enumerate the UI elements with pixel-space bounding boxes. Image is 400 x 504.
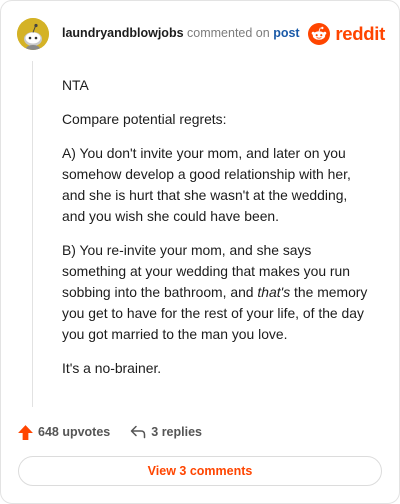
comment-paragraph: Compare potential regrets: [62, 111, 227, 127]
view-comments-button[interactable]: View 3 comments [18, 456, 382, 486]
username-link[interactable]: laundryandblowjobs [62, 26, 184, 40]
comment-body: NTA Compare potential regrets: A) You do… [62, 75, 374, 392]
comment-paragraph: It's a no-brainer. [62, 360, 162, 376]
comment-paragraph: A) You don't invite your mom, and later … [62, 145, 351, 224]
reddit-wordmark: reddit [335, 23, 385, 44]
comment-card: laundryandblowjobs commented on post red… [0, 0, 400, 504]
reply-arrow-icon [131, 425, 146, 439]
emphasis-text: that's [257, 284, 291, 300]
post-link[interactable]: post [273, 26, 299, 40]
comment-header: laundryandblowjobs commented on post red… [17, 18, 385, 50]
upvote-arrow-icon [18, 424, 33, 440]
commented-on-text: commented on [187, 26, 270, 40]
reddit-logo[interactable]: reddit [308, 22, 385, 46]
upvote-button[interactable]: 648 upvotes [17, 424, 110, 441]
view-comments-label: View 3 comments [147, 464, 253, 478]
comment-actions: 648 upvotes 3 replies [17, 421, 202, 443]
reddit-snoo-icon [308, 23, 331, 45]
snoo-avatar-icon [17, 18, 49, 50]
comment-paragraph-b: B) You re-invite your mom, and she says … [62, 240, 374, 345]
reply-count: 3 replies [151, 425, 202, 439]
user-avatar[interactable] [17, 18, 49, 50]
replies-button[interactable]: 3 replies [130, 425, 202, 439]
comment-paragraph: NTA [62, 77, 89, 93]
thread-line [32, 61, 33, 407]
upvote-count: 648 upvotes [38, 425, 111, 439]
comment-byline: laundryandblowjobs commented on post [62, 26, 300, 40]
